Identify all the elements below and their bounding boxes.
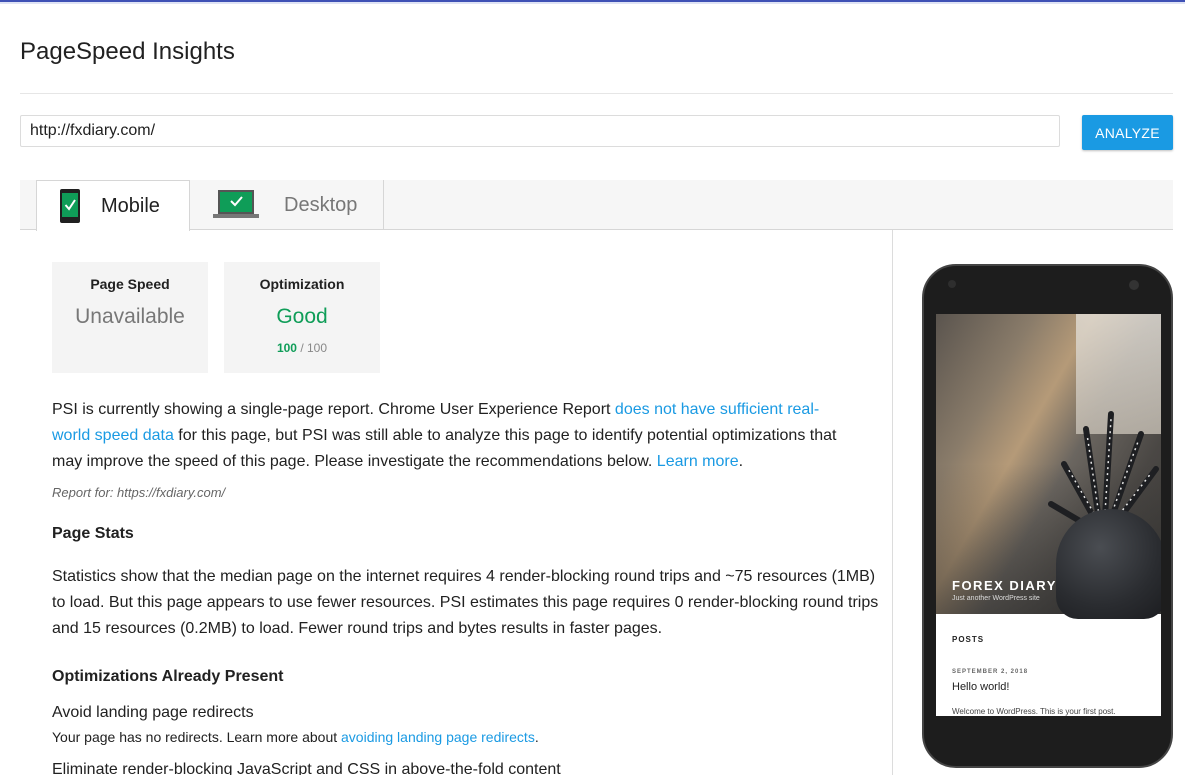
phone-sensor xyxy=(948,280,956,288)
report-for-label: Report for: https://fxdiary.com/ xyxy=(52,485,226,500)
optimization-score-max: / 100 xyxy=(300,341,328,355)
rule-title-render-blocking[interactable]: Eliminate render-blocking JavaScript and… xyxy=(52,761,561,775)
column-divider xyxy=(892,230,893,775)
plant-pot xyxy=(1056,509,1161,619)
page-speed-value: Unavailable xyxy=(75,305,185,328)
rule-desc-text: Your page has no redirects. Learn more a… xyxy=(52,729,342,745)
rule-desc-suffix: . xyxy=(534,729,539,745)
tab-mobile-label: Mobile xyxy=(101,194,160,217)
optimization-score-number: 100 xyxy=(276,341,297,355)
page-stats-heading: Page Stats xyxy=(52,525,134,542)
intro-text-1: PSI is currently showing a single-page r… xyxy=(52,401,615,418)
learn-more-link[interactable]: Learn more xyxy=(657,453,739,470)
mobile-preview-screen: FOREX DIARY Just another WordPress site … xyxy=(936,314,1161,716)
tab-mobile[interactable]: Mobile xyxy=(36,180,190,231)
tab-desktop-label: Desktop xyxy=(284,193,358,216)
phone-camera xyxy=(1129,280,1139,290)
redirects-doc-link[interactable]: avoiding landing page redirects xyxy=(341,729,535,745)
optimization-card: Optimization Good 100 / 100 xyxy=(224,262,380,373)
title-divider xyxy=(20,93,1173,94)
preview-post-excerpt: Welcome to WordPress. This is your first… xyxy=(952,707,1116,716)
mobile-preview-phone: FOREX DIARY Just another WordPress site … xyxy=(922,264,1173,768)
optimization-score: 100 / 100 xyxy=(224,341,380,355)
top-accent-shadow xyxy=(0,2,1185,4)
url-input[interactable] xyxy=(20,115,1060,147)
rule-title-redirects[interactable]: Avoid landing page redirects xyxy=(52,704,254,722)
rule-desc-redirects: Your page has no redirects. Learn more a… xyxy=(52,729,539,745)
page-speed-heading: Page Speed xyxy=(90,276,170,292)
tab-desktop[interactable]: Desktop xyxy=(190,180,384,230)
page-title: PageSpeed Insights xyxy=(20,38,235,65)
preview-post-date: SEPTEMBER 2, 2018 xyxy=(952,669,1029,675)
smartphone-check-icon xyxy=(60,189,80,223)
optimization-value: Good xyxy=(276,305,328,328)
analyze-button[interactable]: ANALYZE xyxy=(1082,115,1173,150)
intro-text-3: . xyxy=(738,453,744,470)
preview-posts-label: POSTS xyxy=(952,635,985,644)
device-tabs: Mobile Desktop xyxy=(20,180,1173,231)
hero-image: FOREX DIARY Just another WordPress site xyxy=(936,314,1161,619)
preview-post-title: Hello world! xyxy=(952,681,1010,693)
preview-site-title: FOREX DIARY xyxy=(952,578,1057,593)
optimization-heading: Optimization xyxy=(259,276,345,292)
intro-paragraph: PSI is currently showing a single-page r… xyxy=(52,397,852,475)
laptop-check-icon xyxy=(213,190,259,218)
optimizations-heading: Optimizations Already Present xyxy=(52,668,284,685)
page-stats-text: Statistics show that the median page on … xyxy=(52,568,879,637)
page-speed-card: Page Speed Unavailable xyxy=(52,262,208,373)
preview-site-tagline: Just another WordPress site xyxy=(952,595,1040,602)
